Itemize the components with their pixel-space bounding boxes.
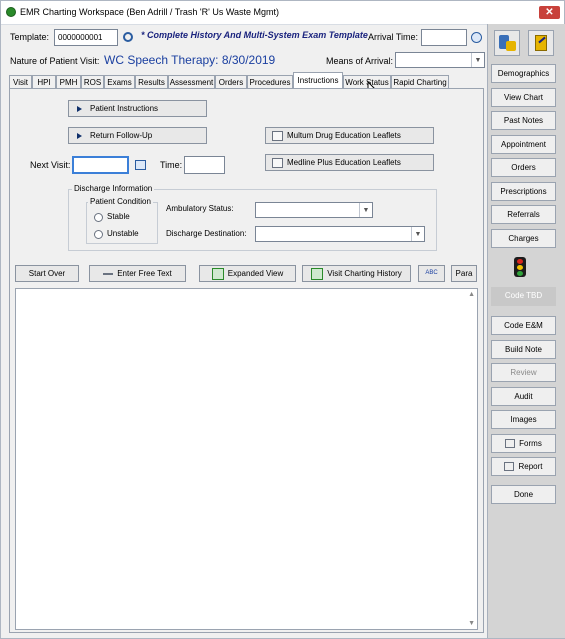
printer-icon xyxy=(272,130,283,141)
medline-leaflets-button[interactable]: Medline Plus Education Leaflets xyxy=(265,154,434,171)
ambulatory-select[interactable]: ▼ xyxy=(255,202,373,218)
discharge-destination-select[interactable]: ▼ xyxy=(255,226,425,242)
close-button[interactable]: ✕ xyxy=(539,6,560,19)
orders-button[interactable]: Orders xyxy=(491,158,556,177)
clipboard-icon[interactable] xyxy=(528,30,554,56)
window-title: EMR Charting Workspace (Ben Adrill / Tra… xyxy=(20,7,280,17)
para-button[interactable]: Para xyxy=(451,265,477,282)
discharge-info-label: Discharge Information xyxy=(72,184,155,193)
traffic-light-icon xyxy=(514,257,526,277)
emr-window: EMR Charting Workspace (Ben Adrill / Tra… xyxy=(0,0,565,639)
calendar-icon[interactable] xyxy=(135,160,146,170)
search-icon[interactable] xyxy=(123,32,133,42)
report-button[interactable]: Report xyxy=(491,457,556,476)
tab-results[interactable]: Results xyxy=(135,75,168,88)
code-tbd-label: Code TBD xyxy=(491,287,556,306)
visit-charting-history-button[interactable]: Visit Charting History xyxy=(302,265,411,282)
history-icon xyxy=(311,267,324,280)
spell-check-button[interactable]: ABC xyxy=(418,265,445,282)
code-em-button[interactable]: Code E&M xyxy=(491,316,556,335)
template-label: Template: xyxy=(10,32,50,42)
patient-instructions-button[interactable]: Patient Instructions xyxy=(68,100,207,117)
play-icon xyxy=(77,132,82,139)
tab-hpi[interactable]: HPI xyxy=(32,75,56,88)
app-icon xyxy=(6,7,16,17)
means-label: Means of Arrival: xyxy=(326,56,394,66)
tab-orders[interactable]: Orders xyxy=(215,75,247,88)
patient-condition-label: Patient Condition xyxy=(88,197,153,206)
review-button[interactable]: Review xyxy=(491,363,556,382)
tab-assessment[interactable]: Assessment xyxy=(168,75,215,88)
next-visit-field[interactable] xyxy=(72,156,129,174)
appointment-button[interactable]: Appointment xyxy=(491,135,556,154)
tab-ros[interactable]: ROS xyxy=(81,75,104,88)
tab-visit[interactable]: Visit xyxy=(9,75,32,88)
arrival-time-field[interactable] xyxy=(421,29,467,46)
time-label: Time: xyxy=(160,160,183,170)
time-field[interactable] xyxy=(184,156,225,174)
scroll-down-icon[interactable]: ▼ xyxy=(468,620,475,627)
template-name: * Complete History And Multi-System Exam… xyxy=(141,30,368,40)
view-chart-button[interactable]: View Chart xyxy=(491,88,556,107)
multum-leaflets-button[interactable]: Multum Drug Education Leaflets xyxy=(265,127,434,144)
title-bar: EMR Charting Workspace (Ben Adrill / Tra… xyxy=(1,1,564,25)
patient-lookup-icon[interactable] xyxy=(494,30,520,56)
printer-icon xyxy=(505,439,516,449)
tab-pmh[interactable]: PMH xyxy=(56,75,81,88)
chevron-down-icon: ▼ xyxy=(359,203,372,217)
tab-exams[interactable]: Exams xyxy=(104,75,135,88)
means-select[interactable]: ▼ xyxy=(395,52,485,68)
tab-procedures[interactable]: Procedures xyxy=(247,75,293,88)
template-field[interactable]: 0000000001 xyxy=(54,29,118,46)
enter-free-text-button[interactable]: Enter Free Text xyxy=(89,265,186,282)
stable-radio[interactable] xyxy=(94,213,103,222)
sidebar: Demographics View Chart Past Notes Appoi… xyxy=(487,24,565,638)
demographics-button[interactable]: Demographics xyxy=(491,64,556,83)
printer-icon xyxy=(272,157,283,168)
unstable-label: Unstable xyxy=(107,229,139,238)
clock-icon[interactable] xyxy=(471,32,482,43)
charting-text-area[interactable]: ▲ ▼ xyxy=(15,288,478,630)
prescriptions-button[interactable]: Prescriptions xyxy=(491,182,556,201)
return-followup-button[interactable]: Return Follow-Up xyxy=(68,127,207,144)
images-button[interactable]: Images xyxy=(491,410,556,429)
expand-icon xyxy=(211,267,224,280)
forms-button[interactable]: Forms xyxy=(491,434,556,453)
expanded-view-button[interactable]: Expanded View xyxy=(199,265,296,282)
scroll-up-icon[interactable]: ▲ xyxy=(468,291,475,298)
audit-button[interactable]: Audit xyxy=(491,387,556,406)
chevron-down-icon: ▼ xyxy=(471,53,484,67)
past-notes-button[interactable]: Past Notes xyxy=(491,111,556,130)
build-note-button[interactable]: Build Note xyxy=(491,340,556,359)
unstable-radio[interactable] xyxy=(94,230,103,239)
tab-rapid-charting[interactable]: Rapid Charting xyxy=(391,75,449,88)
stable-label: Stable xyxy=(107,212,130,221)
nature-value: WC Speech Therapy: 8/30/2019 xyxy=(104,53,276,67)
arrival-time-label: Arrival Time: xyxy=(368,32,419,42)
start-over-button[interactable]: Start Over xyxy=(15,265,79,282)
play-icon xyxy=(77,105,82,112)
charges-button[interactable]: Charges xyxy=(491,229,556,248)
tab-instructions[interactable]: Instructions xyxy=(293,72,343,89)
pencil-icon xyxy=(103,272,114,275)
discharge-destination-label: Discharge Destination: xyxy=(166,229,247,238)
nature-label: Nature of Patient Visit: xyxy=(10,56,100,66)
referrals-button[interactable]: Referrals xyxy=(491,205,556,224)
chevron-down-icon: ▼ xyxy=(411,227,424,241)
printer-icon xyxy=(504,462,515,472)
next-visit-label: Next Visit: xyxy=(30,160,71,170)
ambulatory-label: Ambulatory Status: xyxy=(166,204,234,213)
done-button[interactable]: Done xyxy=(491,485,556,504)
